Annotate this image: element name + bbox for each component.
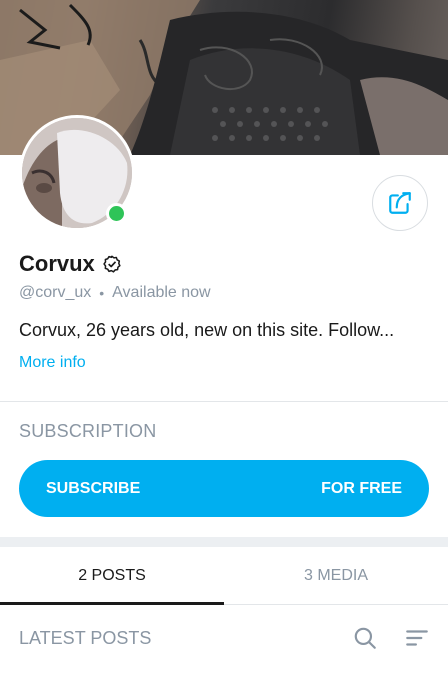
subscribe-button[interactable]: SUBSCRIBE FOR FREE xyxy=(19,460,429,517)
profile-bio: Corvux, 26 years old, new on this site. … xyxy=(19,320,395,340)
sort-filter-button[interactable] xyxy=(403,624,431,652)
divider xyxy=(0,401,448,402)
search-button[interactable] xyxy=(351,624,379,652)
share-icon xyxy=(389,192,411,214)
tab-posts-label: 2 POSTS xyxy=(78,566,146,584)
separator-dot: • xyxy=(99,285,105,301)
availability-status: Available now xyxy=(112,284,211,301)
profile-name: Corvux xyxy=(19,251,95,276)
content-tabs: 2 POSTS 3 MEDIA xyxy=(0,547,448,605)
tab-media[interactable]: 3 MEDIA xyxy=(224,547,448,604)
tab-media-label: 3 MEDIA xyxy=(303,566,368,584)
sort-filter-icon xyxy=(406,630,428,646)
section-divider xyxy=(0,537,448,547)
online-status-indicator xyxy=(106,203,127,224)
subscription-title: SUBSCRIPTION xyxy=(19,421,157,441)
search-icon xyxy=(354,627,376,649)
profile-name-row: Corvux xyxy=(19,251,122,277)
more-info-link[interactable]: More info xyxy=(19,354,86,372)
profile-handle: @corv_ux xyxy=(19,284,92,301)
profile-handle-row: @corv_ux • Available now xyxy=(19,284,211,302)
verified-badge-icon xyxy=(103,255,121,273)
tab-posts[interactable]: 2 POSTS xyxy=(0,547,224,605)
subscribe-button-label: SUBSCRIBE xyxy=(46,479,141,497)
subscribe-price-label: FOR FREE xyxy=(321,479,402,497)
share-button[interactable] xyxy=(372,175,428,231)
latest-posts-title: LATEST POSTS xyxy=(19,628,152,648)
